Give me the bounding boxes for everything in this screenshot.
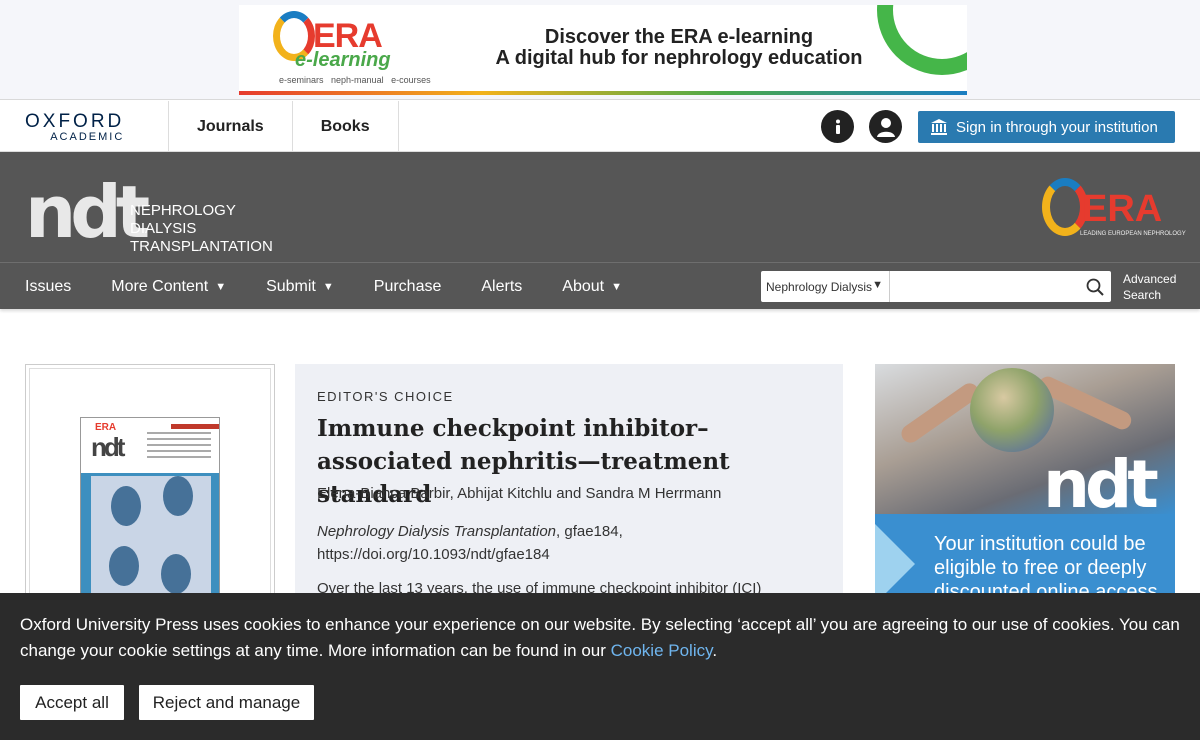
ad-headline-1: Discover the ERA e-learning — [544, 26, 814, 48]
institution-signin-label: Sign in through your institution — [956, 118, 1158, 136]
nav-submit-label: Submit — [266, 277, 316, 295]
search-input[interactable] — [890, 271, 1111, 302]
oxford-academic-logo[interactable]: OXFORD ACADEMIC — [25, 111, 124, 143]
advanced-search-line2: Search — [1123, 288, 1162, 302]
journal-title-line2: DIALYSIS — [130, 220, 197, 237]
ad-strip: ERA e-learning e-seminars neph-manual e-… — [0, 0, 1200, 100]
nav-alerts-label: Alerts — [481, 277, 523, 295]
citation-article-id: , gfae184, — [556, 523, 623, 540]
cover-kidney-shape — [109, 546, 139, 586]
search-scope-value: Nephrology Dialysis — [766, 279, 873, 294]
ndt-logo[interactable]: ndt — [25, 162, 150, 254]
cover-red-bar — [171, 424, 219, 429]
nav-more-content[interactable]: More Content ▼ — [111, 278, 226, 296]
nav-more-content-label: More Content — [111, 277, 209, 295]
nav-alerts[interactable]: Alerts — [481, 278, 522, 296]
top-nav-books[interactable]: Books — [291, 101, 399, 152]
ad-headline: Discover the ERA e-learning A digital hu… — [469, 27, 889, 69]
issue-cover-image[interactable]: ERA ndt — [80, 417, 220, 602]
nav-issues-label: Issues — [25, 277, 72, 295]
caret-down-icon: ▼ — [322, 280, 334, 293]
nav-submit[interactable]: Submit ▼ — [266, 278, 334, 296]
info-icon — [835, 119, 840, 134]
nav-purchase[interactable]: Purchase — [374, 278, 442, 296]
cover-artwork — [91, 476, 211, 596]
era-logo-sub: e-learning — [295, 49, 391, 71]
user-icon — [876, 117, 895, 137]
cover-header: ERA ndt — [81, 418, 219, 473]
caret-down-icon: ▼ — [611, 280, 622, 293]
era-elearning-ad[interactable]: ERA e-learning e-seminars neph-manual e-… — [239, 5, 967, 95]
oxford-topbar: OXFORD ACADEMIC Journals Books Sign in t… — [0, 101, 1200, 152]
journal-menu: Issues More Content ▼ Submit ▼ Purchase Al… — [25, 263, 662, 310]
journal-title[interactable]: NEPHROLOGY DIALYSIS TRANSPLANTATION — [130, 202, 273, 256]
era-link-nephmanual: neph-manual — [331, 75, 384, 85]
accept-all-button[interactable]: Accept all — [20, 685, 124, 720]
journal-header: ndt NEPHROLOGY DIALYSIS TRANSPLANTATION … — [0, 152, 1200, 262]
era-link-eseminars: e-seminars — [279, 75, 324, 85]
cover-kidney-shape — [163, 476, 193, 516]
cover-kidney-shape — [111, 486, 141, 526]
ad-triangle-decoration — [875, 524, 915, 604]
top-nav: Journals Books — [168, 101, 399, 152]
nav-about-label: About — [562, 277, 605, 295]
cookie-banner: Oxford University Press uses cookies to … — [0, 593, 1200, 740]
nav-issues[interactable]: Issues — [25, 278, 71, 296]
cookie-message: Oxford University Press uses cookies to … — [20, 612, 1185, 664]
ad-rainbow-bar — [239, 91, 967, 95]
advanced-search-link[interactable]: Advanced Search — [1123, 271, 1176, 303]
globe-image — [970, 368, 1054, 452]
journal-title-line1: NEPHROLOGY — [130, 202, 236, 219]
info-button[interactable] — [821, 110, 854, 143]
era-logo-links: e-seminars neph-manual e-courses — [279, 75, 431, 85]
nav-purchase-label: Purchase — [373, 277, 442, 295]
search-scope-select[interactable]: Nephrology Dialysis ▼ — [761, 271, 890, 302]
era-partner-logo[interactable]: ERA LEADING EUROPEAN NEPHROLOGY — [1042, 174, 1186, 244]
reject-and-manage-button[interactable]: Reject and manage — [139, 685, 314, 720]
era-link-ecourses: e-courses — [391, 75, 431, 85]
top-nav-journals[interactable]: Journals — [168, 101, 292, 152]
cookie-message-period: . — [712, 641, 718, 660]
institution-access-ad[interactable]: ndt Your institution could be eligible t… — [875, 364, 1175, 604]
caret-down-icon: ▼ — [215, 280, 227, 293]
ndt-logo-word: ndt — [25, 170, 150, 254]
cover-ndt-mark: ndt — [91, 432, 125, 462]
institution-icon — [930, 118, 948, 136]
cookie-policy-link[interactable]: Cookie Policy — [611, 641, 713, 660]
citation-doi-link[interactable]: https://doi.org/10.1093/ndt/gfae184 — [317, 543, 623, 566]
article-authors: Elena-Bianca Barbir, Abhijat Kitchlu and… — [317, 485, 722, 502]
nav-about[interactable]: About ▼ — [562, 278, 622, 296]
journal-title-line3: TRANSPLANTATION — [130, 238, 273, 255]
article-category: EDITOR'S CHOICE — [317, 389, 454, 404]
oxford-logo-line1: OXFORD — [25, 111, 125, 132]
era-partner-word: ERA — [1082, 188, 1163, 230]
ad-headline-2: A digital hub for nephrology education — [495, 47, 863, 69]
cover-kidney-shape — [161, 554, 191, 594]
account-button[interactable] — [869, 110, 902, 143]
era-partner-tagline: LEADING EUROPEAN NEPHROLOGY — [1080, 231, 1186, 237]
article-citation: Nephrology Dialysis Transplantation, gfa… — [317, 520, 623, 566]
era-elearning-logo: ERA e-learning e-seminars neph-manual e-… — [269, 9, 431, 89]
cover-contents-lines — [147, 432, 211, 462]
cookie-message-text: Oxford University Press uses cookies to … — [20, 615, 1180, 660]
citation-journal: Nephrology Dialysis Transplantation — [317, 523, 557, 540]
ad-swoosh-decoration — [877, 5, 967, 75]
featured-article-card: EDITOR'S CHOICE Immune checkpoint inhibi… — [295, 364, 843, 604]
ad-ndt-logo: ndt — [1043, 446, 1159, 523]
caret-down-icon: ▼ — [872, 279, 883, 291]
advanced-search-line1: Advanced — [1123, 272, 1177, 286]
institution-signin-button[interactable]: Sign in through your institution — [918, 111, 1175, 143]
search-icon[interactable] — [1086, 278, 1104, 296]
journal-nav: Issues More Content ▼ Submit ▼ Purchase Al… — [0, 262, 1200, 309]
